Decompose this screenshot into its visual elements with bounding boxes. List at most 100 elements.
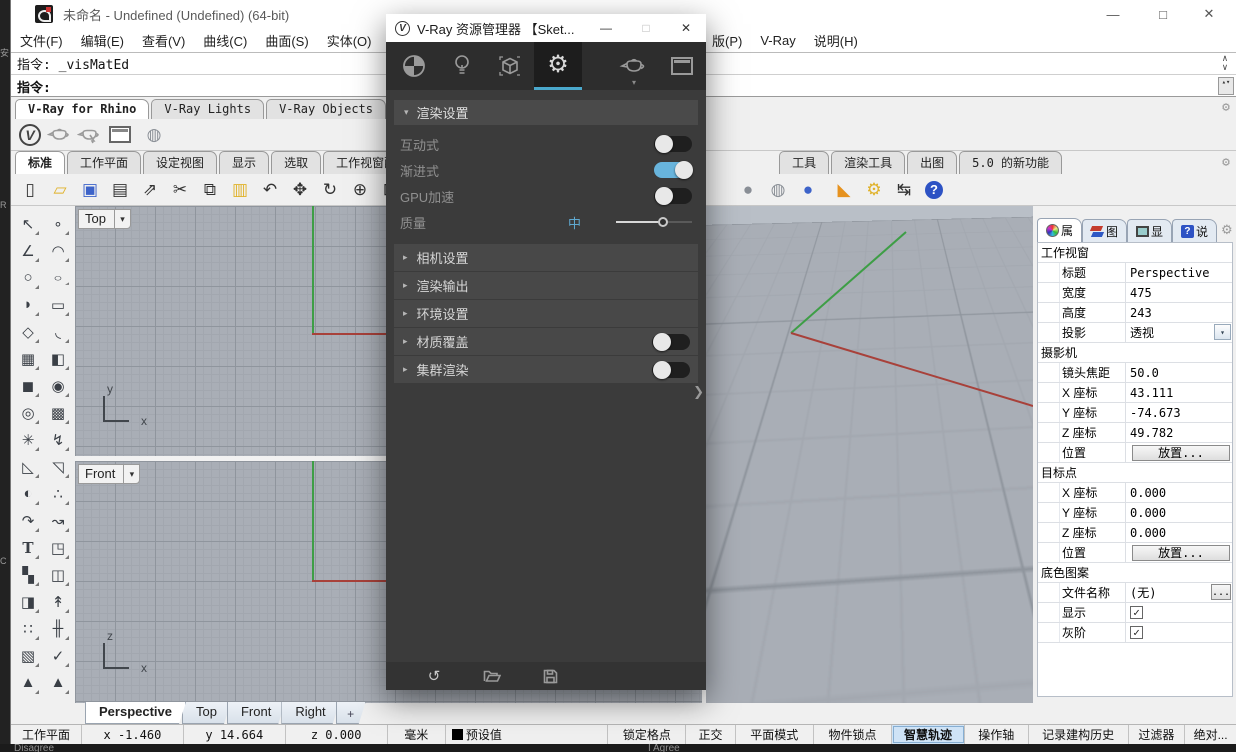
render-settings-header[interactable]: ▾ 渲染设置 xyxy=(394,100,698,125)
solid-edit-tool[interactable]: ◨ xyxy=(16,590,40,614)
grayscale-checkbox[interactable]: ✓ xyxy=(1130,626,1143,639)
tab-layers[interactable]: 图 xyxy=(1082,219,1127,242)
contour-tool[interactable]: ▧ xyxy=(16,644,40,668)
tab-render-tools[interactable]: 渲染工具 xyxy=(831,151,905,174)
batch-render-icon[interactable]: ◍ xyxy=(141,122,167,148)
check-tool[interactable]: ✓ xyxy=(46,644,70,668)
mesh-tool[interactable]: ▩ xyxy=(46,401,70,425)
status-absolute[interactable]: 绝对... xyxy=(1185,725,1236,744)
panel-gear-icon[interactable]: ⚙ xyxy=(1221,222,1233,238)
open-file-icon[interactable]: ▱ xyxy=(47,177,73,203)
copy-icon[interactable]: ⧉ xyxy=(197,177,223,203)
pan-icon[interactable]: ✥ xyxy=(287,177,313,203)
place-camera-button[interactable]: 放置... xyxy=(1132,445,1230,461)
uvn-move-tool[interactable]: ◳ xyxy=(46,536,70,560)
extend-curve-tool[interactable]: ↝ xyxy=(46,509,70,533)
rectangle-tool[interactable]: ▭ xyxy=(46,293,70,317)
viewport-front-label[interactable]: Front▾ xyxy=(78,464,140,484)
revert-settings-icon[interactable]: ↺ xyxy=(424,667,444,685)
property-value[interactable]: 0.000 xyxy=(1126,523,1232,542)
tab-new-in-v5[interactable]: 5.0 的新功能 xyxy=(959,151,1062,174)
progressive-toggle[interactable] xyxy=(654,162,692,178)
help-icon[interactable]: ? xyxy=(921,177,947,203)
viewport-tab-perspective[interactable]: Perspective xyxy=(85,702,186,724)
split-tool[interactable]: ◹ xyxy=(46,455,70,479)
status-record-history[interactable]: 记录建构历史 xyxy=(1029,725,1129,744)
render-cone-icon[interactable]: ◣ xyxy=(831,177,857,203)
curve-bolt-tool[interactable]: ↯ xyxy=(46,428,70,452)
options-gears-icon[interactable]: ⚙ xyxy=(861,177,887,203)
align-tool[interactable]: ◫ xyxy=(46,563,70,587)
adjust-curve-tool[interactable]: ↷ xyxy=(16,509,40,533)
status-filter[interactable]: 过滤器 xyxy=(1129,725,1185,744)
tab-select[interactable]: 选取 xyxy=(271,151,321,174)
text-tool[interactable]: T xyxy=(16,536,40,560)
interactive-toggle[interactable] xyxy=(654,136,692,152)
polygon-tool[interactable]: ◇ xyxy=(16,320,40,344)
point-tool[interactable]: ∘ xyxy=(46,212,70,236)
boolean-union-tool[interactable]: ◐ xyxy=(16,482,40,506)
property-value[interactable]: 43.111 xyxy=(1126,383,1232,402)
environment-section[interactable]: ▸ 环境设置 xyxy=(394,300,698,327)
box-tool[interactable]: ◼ xyxy=(16,374,40,398)
dimension-tool[interactable]: ╫ xyxy=(46,617,70,641)
tab-display[interactable]: 显示 xyxy=(219,151,269,174)
boolean-diff-tool[interactable]: ∴ xyxy=(46,482,70,506)
render-menu-caret-icon[interactable]: ▾ xyxy=(632,78,636,87)
viewport-tab-right[interactable]: Right xyxy=(281,702,339,724)
projection-dropdown[interactable]: ▾ xyxy=(1214,324,1231,340)
property-value[interactable]: 0.000 xyxy=(1126,503,1232,522)
swarm-render-toggle[interactable] xyxy=(652,362,690,378)
torus-tool[interactable]: ◎ xyxy=(16,401,40,425)
render-interactive-teapot-icon[interactable] xyxy=(77,122,103,148)
extrude-tool[interactable]: ↟ xyxy=(46,590,70,614)
tab-cplane[interactable]: 工作平面 xyxy=(67,151,141,174)
primitive-tool[interactable]: ▲ xyxy=(16,671,40,695)
tab-properties[interactable]: 属 xyxy=(1037,218,1082,242)
menu-edit[interactable]: 编辑(E) xyxy=(72,31,133,50)
status-ortho[interactable]: 正交 xyxy=(686,725,735,744)
surface-patch-tool[interactable]: ◧ xyxy=(46,347,70,371)
gpu-toggle[interactable] xyxy=(654,188,692,204)
command-spinner[interactable]: ▴▾ xyxy=(1218,77,1234,95)
material-override-section[interactable]: ▸ 材质覆盖 xyxy=(394,328,698,355)
status-gumball[interactable]: 操作轴 xyxy=(965,725,1029,744)
dialog-minimize-button[interactable]: — xyxy=(586,14,626,42)
polyline-tool[interactable]: ∠ xyxy=(16,239,40,263)
vray-logo-icon[interactable]: V xyxy=(17,122,43,148)
material-override-toggle[interactable] xyxy=(652,334,690,350)
browse-file-button[interactable]: ... xyxy=(1211,584,1231,600)
frame-buffer-nav-icon[interactable] xyxy=(658,42,706,90)
open-settings-icon[interactable] xyxy=(482,669,502,683)
save-file-icon[interactable]: ▣ xyxy=(77,177,103,203)
rotate-view-icon[interactable]: ↻ xyxy=(317,177,343,203)
tab-set-view[interactable]: 设定视图 xyxy=(143,151,217,174)
status-grid-snap[interactable]: 锁定格点 xyxy=(608,725,686,744)
quality-slider[interactable] xyxy=(616,214,692,230)
cut-icon[interactable]: ✂ xyxy=(167,177,193,203)
tab-standard[interactable]: 标准 xyxy=(15,151,65,174)
command-scroll-up-icon[interactable]: ∧∨ xyxy=(1218,55,1232,73)
toolbar-gear-icon[interactable]: ⚙ xyxy=(1222,100,1230,115)
maximize-button[interactable]: □ xyxy=(1140,0,1186,28)
settings-nav-icon[interactable]: ⚙ xyxy=(534,42,582,90)
circle-tool[interactable]: ○ xyxy=(16,266,40,290)
viewport-tab-front[interactable]: Front xyxy=(227,702,285,724)
dialog-titlebar[interactable]: V V-Ray 资源管理器 【Sket... — □ ✕ xyxy=(386,14,706,42)
explode-tool[interactable]: ✳ xyxy=(16,428,40,452)
tab-drafting[interactable]: 出图 xyxy=(907,151,957,174)
surface-tool[interactable]: ▦ xyxy=(16,347,40,371)
status-planar[interactable]: 平面模式 xyxy=(736,725,814,744)
frame-buffer-window-icon[interactable] xyxy=(107,122,133,148)
place-target-button[interactable]: 放置... xyxy=(1132,545,1230,561)
viewport-top-label[interactable]: Top▾ xyxy=(78,209,131,229)
tab-help[interactable]: ?说 xyxy=(1172,219,1217,242)
viewport-menu-arrow-icon[interactable]: ▾ xyxy=(114,210,130,228)
show-checkbox[interactable]: ✓ xyxy=(1130,606,1143,619)
lights-nav-icon[interactable] xyxy=(438,42,486,90)
materials-nav-icon[interactable] xyxy=(390,42,438,90)
camera-settings-section[interactable]: ▸ 相机设置 xyxy=(394,244,698,271)
sphere-tool[interactable]: ◉ xyxy=(46,374,70,398)
status-layer[interactable]: 预设值 xyxy=(446,725,608,744)
tab-tools[interactable]: 工具 xyxy=(779,151,829,174)
